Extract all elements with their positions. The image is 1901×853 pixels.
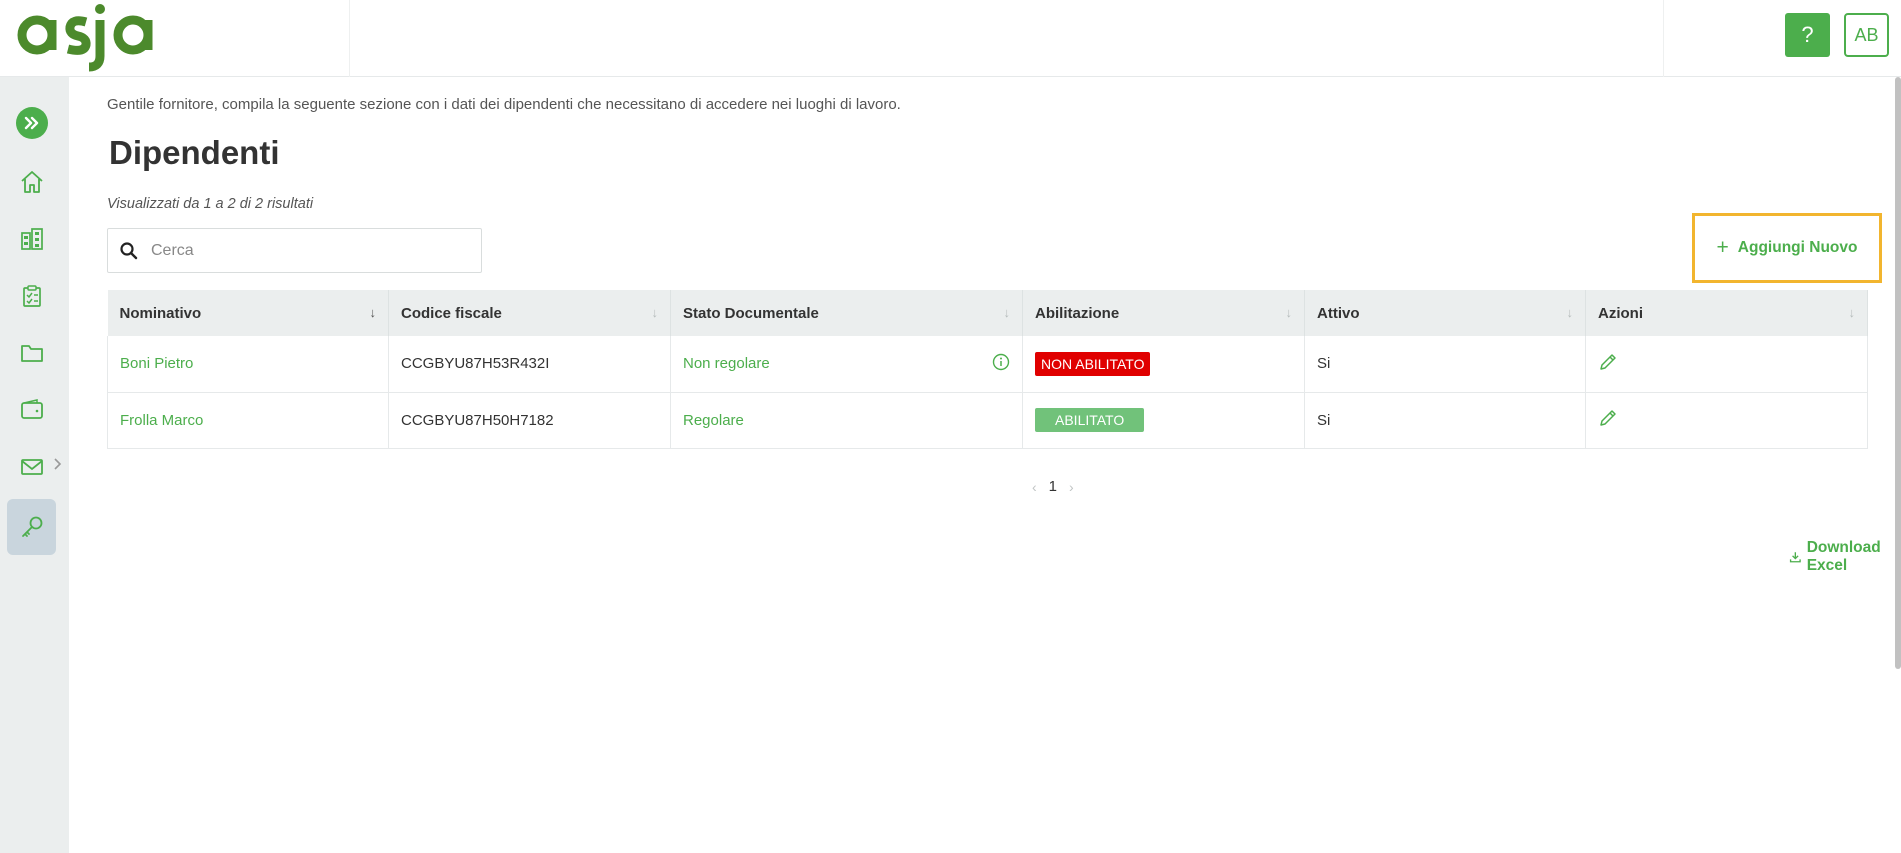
key-icon bbox=[21, 516, 42, 537]
edit-pencil-icon[interactable] bbox=[1598, 408, 1618, 428]
employee-name-link[interactable]: Boni Pietro bbox=[120, 355, 193, 372]
sidebar-item-key[interactable] bbox=[7, 499, 56, 555]
page-number[interactable]: 1 bbox=[1049, 478, 1057, 495]
abilitazione-cell: ABILITATO bbox=[1022, 392, 1305, 449]
search-box[interactable] bbox=[107, 228, 482, 273]
azioni-cell bbox=[1585, 336, 1868, 393]
column-header-stato-documentale[interactable]: Stato Documentale ↓ bbox=[670, 290, 1023, 336]
column-header-nominativo[interactable]: Nominativo ↓ bbox=[107, 290, 389, 336]
abilitazione-cell: NON ABILITATO bbox=[1022, 336, 1305, 393]
home-icon bbox=[20, 171, 43, 193]
sidebar bbox=[0, 77, 69, 853]
search-icon bbox=[120, 241, 138, 259]
stato-documentale-cell: Regolare bbox=[670, 392, 1023, 449]
sidebar-item-mail[interactable] bbox=[7, 439, 56, 495]
table-row: Frolla Marco CCGBYU87H50H7182 Regolare A… bbox=[107, 392, 1868, 449]
scrollbar[interactable] bbox=[1895, 77, 1901, 669]
intro-text: Gentile fornitore, compila la seguente s… bbox=[107, 96, 901, 113]
attivo-cell: Si bbox=[1304, 392, 1586, 449]
expand-sidebar-button[interactable] bbox=[16, 107, 48, 139]
results-count: Visualizzati da 1 a 2 di 2 risultati bbox=[107, 196, 314, 212]
document-status-link[interactable]: Regolare bbox=[683, 412, 744, 429]
column-header-attivo[interactable]: Attivo ↓ bbox=[1304, 290, 1586, 336]
nominativo-cell: Frolla Marco bbox=[107, 392, 389, 449]
codice-fiscale-cell: CCGBYU87H53R432I bbox=[388, 336, 671, 393]
sort-arrow-icon[interactable]: ↓ bbox=[1567, 305, 1574, 320]
wallet-icon bbox=[20, 399, 43, 419]
plus-icon: + bbox=[1716, 236, 1729, 259]
next-page-icon[interactable]: › bbox=[1069, 479, 1074, 495]
table-header-row: Nominativo ↓ Codice fiscale ↓ Stato Docume… bbox=[107, 290, 1868, 336]
sort-arrow-icon[interactable]: ↓ bbox=[1004, 305, 1011, 320]
sidebar-item-home[interactable] bbox=[7, 154, 56, 210]
sidebar-item-folder[interactable] bbox=[7, 325, 56, 381]
sort-arrow-icon[interactable]: ↓ bbox=[370, 305, 377, 320]
header-divider bbox=[1663, 0, 1664, 77]
help-button[interactable]: ? bbox=[1785, 13, 1830, 57]
attivo-cell: Si bbox=[1304, 336, 1586, 393]
pagination: ‹ 1 › bbox=[1032, 478, 1074, 495]
search-input[interactable] bbox=[151, 241, 451, 260]
header-divider bbox=[349, 0, 350, 77]
download-excel-label: Download Excel bbox=[1806, 539, 1881, 574]
add-new-label: Aggiungi Nuovo bbox=[1737, 239, 1858, 256]
user-avatar[interactable]: AB bbox=[1844, 13, 1889, 57]
sort-arrow-icon[interactable]: ↓ bbox=[1849, 305, 1856, 320]
document-status-link[interactable]: Non regolare bbox=[683, 355, 770, 372]
top-bar: ? AB bbox=[0, 0, 1901, 77]
nominativo-cell: Boni Pietro bbox=[107, 336, 389, 393]
chevron-right-icon bbox=[54, 458, 62, 470]
column-header-azioni[interactable]: Azioni ↓ bbox=[1585, 290, 1868, 336]
download-icon bbox=[1789, 552, 1801, 563]
status-badge: NON ABILITATO bbox=[1035, 351, 1151, 376]
sidebar-item-buildings[interactable] bbox=[7, 211, 56, 267]
info-icon[interactable] bbox=[992, 353, 1010, 371]
column-header-abilitazione[interactable]: Abilitazione ↓ bbox=[1022, 290, 1305, 336]
sort-arrow-icon[interactable]: ↓ bbox=[1286, 305, 1293, 320]
mail-submenu-chevron[interactable] bbox=[52, 457, 64, 476]
download-excel-button[interactable]: Download Excel bbox=[1789, 539, 1901, 575]
double-chevron-right-icon bbox=[24, 116, 39, 130]
azioni-cell bbox=[1585, 392, 1868, 449]
sidebar-item-wallet[interactable] bbox=[7, 382, 56, 438]
employee-name-link[interactable]: Frolla Marco bbox=[120, 412, 203, 429]
column-header-codice-fiscale[interactable]: Codice fiscale ↓ bbox=[388, 290, 671, 336]
status-badge: ABILITATO bbox=[1035, 408, 1145, 432]
sidebar-item-checklist[interactable] bbox=[7, 268, 56, 324]
employees-table: Nominativo ↓ Codice fiscale ↓ Stato Docume… bbox=[107, 290, 1868, 449]
table-row: Boni Pietro CCGBYU87H53R432I Non regolar… bbox=[107, 336, 1868, 393]
prev-page-icon[interactable]: ‹ bbox=[1032, 479, 1037, 495]
buildings-icon bbox=[20, 228, 43, 250]
checklist-icon bbox=[22, 285, 41, 307]
folder-icon bbox=[20, 345, 43, 362]
codice-fiscale-cell: CCGBYU87H50H7182 bbox=[388, 392, 671, 449]
main-content: Gentile fornitore, compila la seguente s… bbox=[69, 77, 1901, 853]
sort-arrow-icon[interactable]: ↓ bbox=[652, 305, 659, 320]
add-new-button[interactable]: + Aggiungi Nuovo bbox=[1692, 213, 1882, 283]
asja-logo[interactable] bbox=[16, 4, 156, 74]
mail-icon bbox=[20, 459, 43, 475]
stato-documentale-cell: Non regolare bbox=[670, 336, 1023, 393]
edit-pencil-icon[interactable] bbox=[1598, 352, 1618, 372]
page-title: Dipendenti bbox=[109, 134, 280, 171]
